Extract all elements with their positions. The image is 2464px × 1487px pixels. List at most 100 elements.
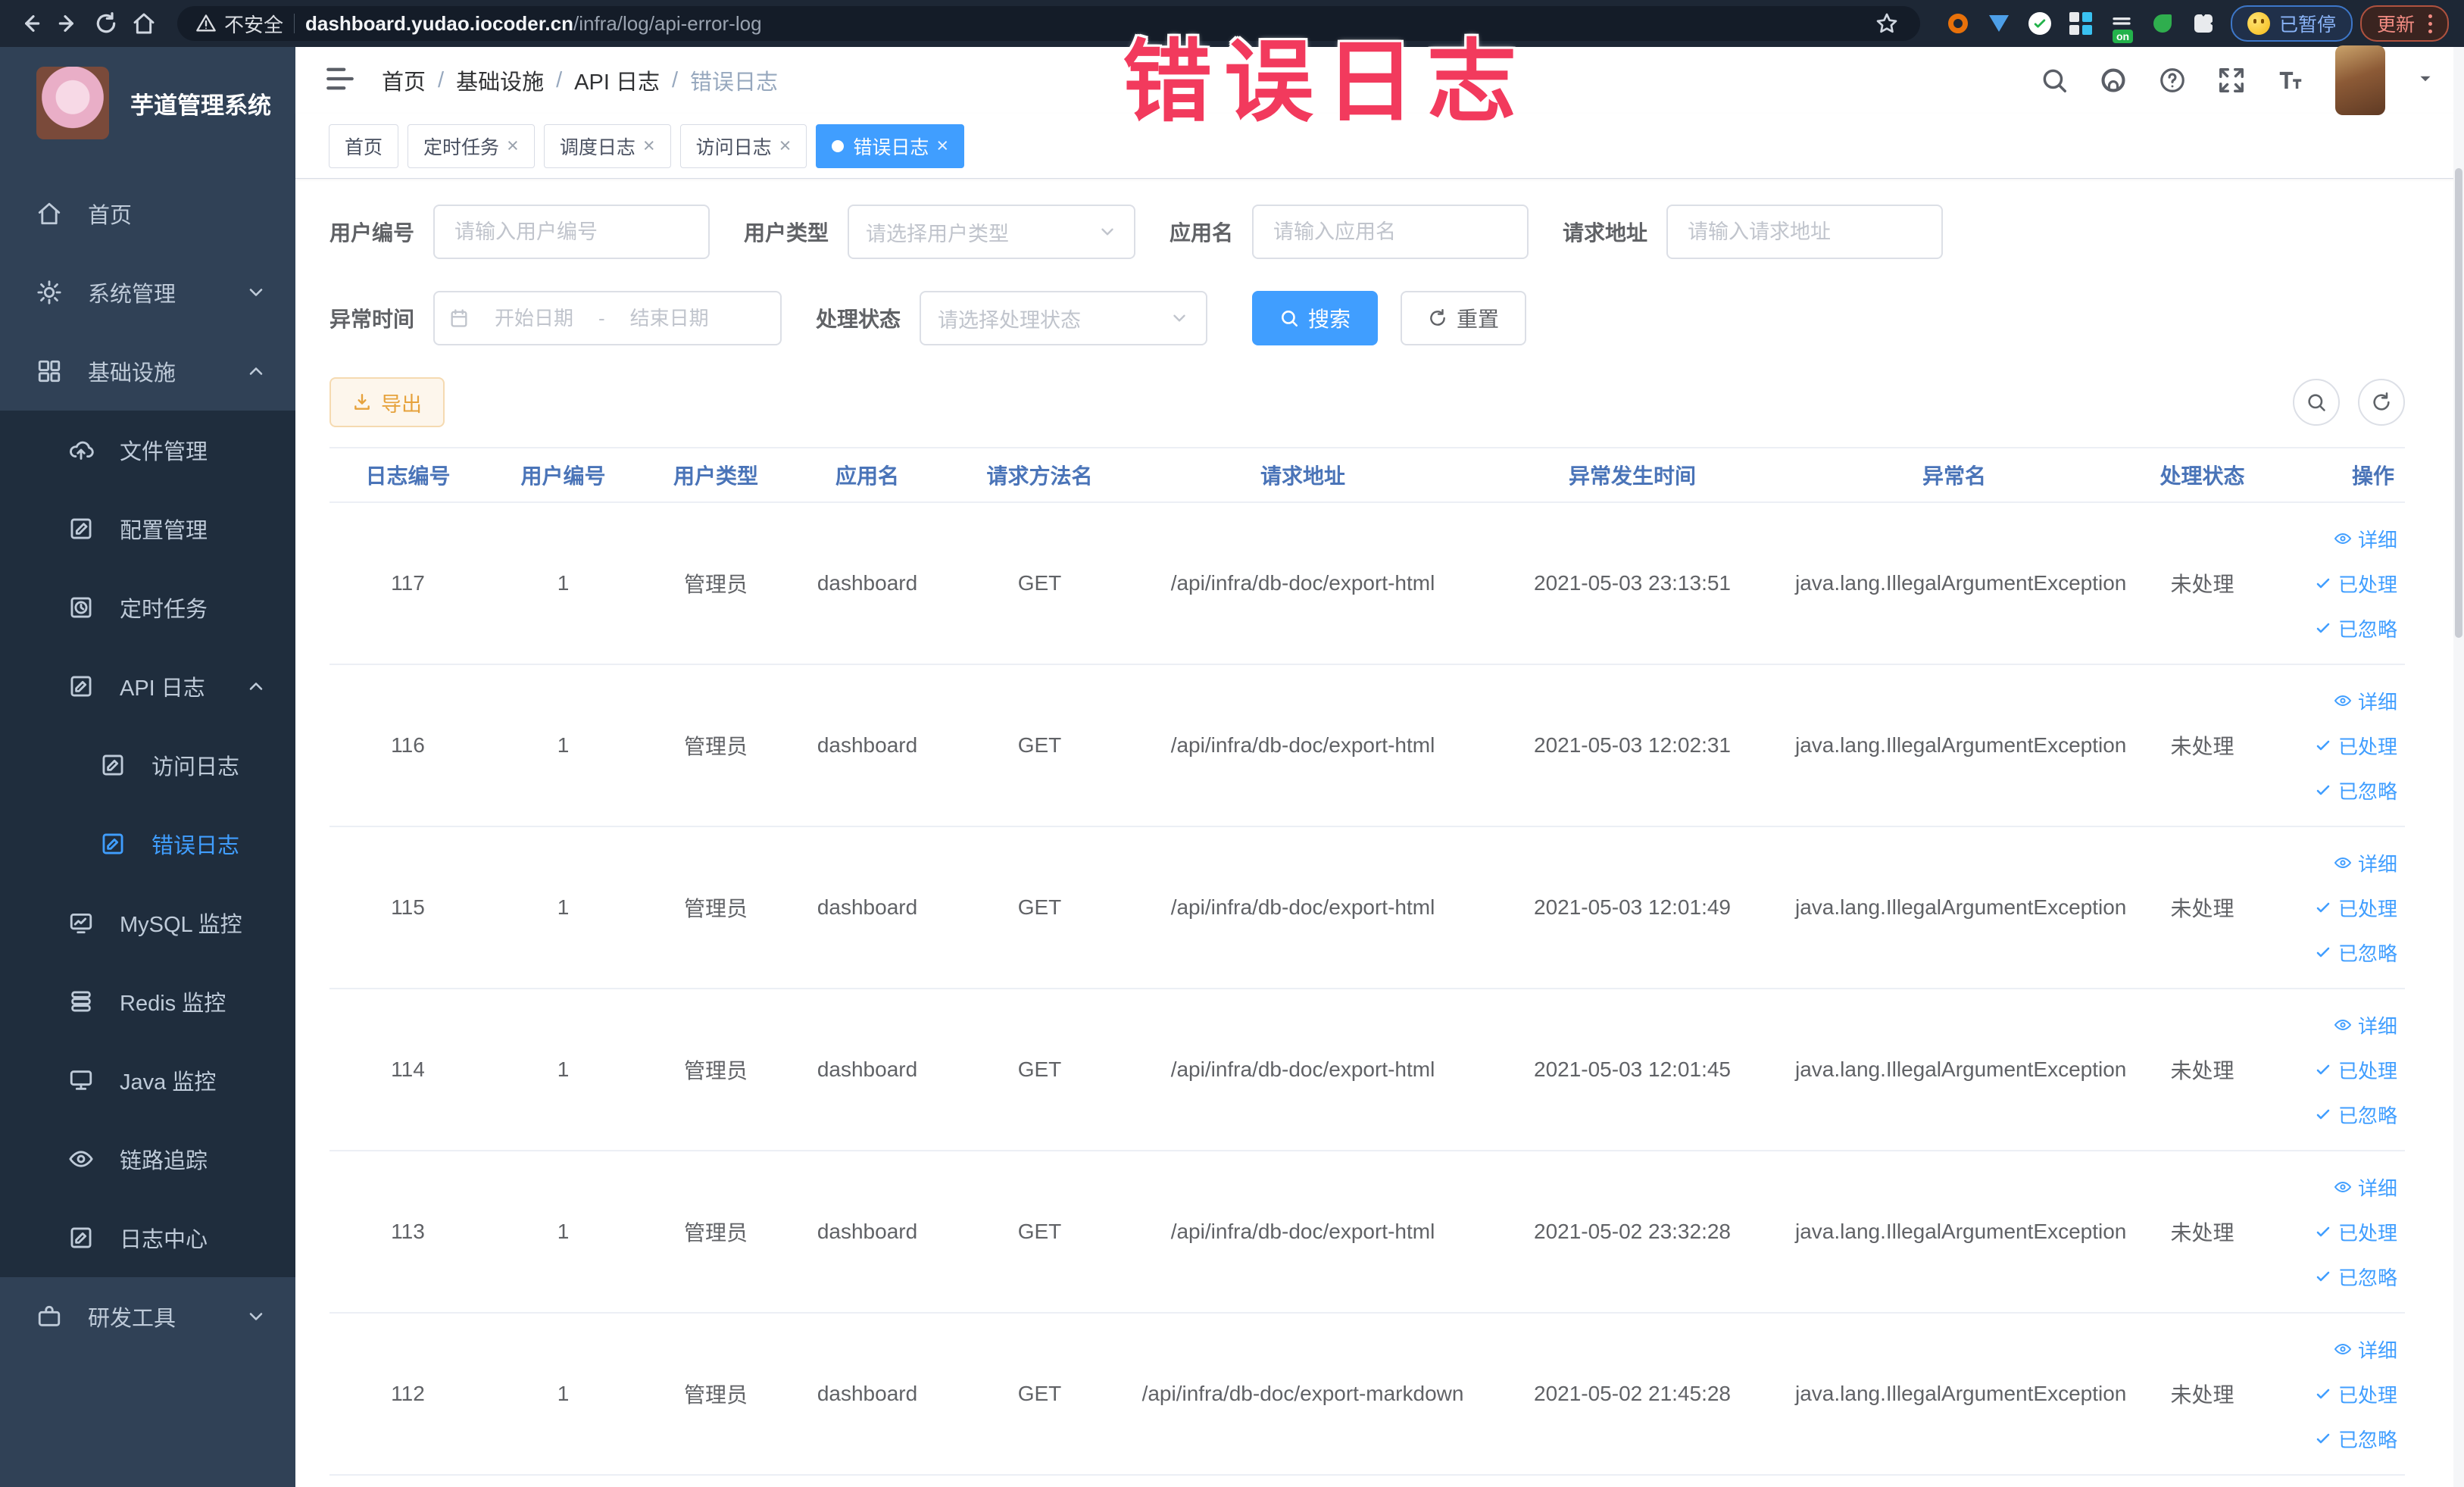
sidebar-item-file[interactable]: 文件管理 — [0, 411, 295, 489]
address-bar[interactable]: 不安全 dashboard.yudao.iocoder.cn/infra/log… — [177, 6, 1920, 41]
close-icon[interactable] — [779, 136, 792, 156]
export-button[interactable]: 导出 — [329, 377, 445, 427]
scrollbar-thumb[interactable] — [2455, 168, 2462, 638]
end-date-input[interactable] — [611, 305, 728, 331]
user-id-input[interactable] — [453, 219, 691, 245]
extension-puzzle-icon[interactable] — [2190, 10, 2217, 37]
mark-processed-link[interactable]: 已处理 — [2314, 1218, 2397, 1246]
reset-button[interactable]: 重置 — [1401, 291, 1527, 345]
close-icon[interactable] — [936, 136, 948, 156]
sidebar-item-trace[interactable]: 链路追踪 — [0, 1120, 295, 1198]
reload-icon[interactable] — [91, 8, 121, 39]
github-icon[interactable] — [2099, 66, 2128, 95]
breadcrumb-infra[interactable]: 基础设施 — [456, 64, 544, 96]
sidebar-item-devtools[interactable]: 研发工具 — [0, 1277, 295, 1356]
sidebar-item-redis[interactable]: Redis 监控 — [0, 962, 295, 1041]
download-icon — [354, 394, 370, 410]
search-button[interactable]: 搜索 — [1252, 291, 1379, 345]
update-button[interactable]: 更新 — [2359, 5, 2449, 42]
mark-ignored-link[interactable]: 已忽略 — [2314, 614, 2397, 642]
font-size-icon[interactable] — [2276, 66, 2305, 95]
refresh-icon — [1430, 308, 1445, 326]
sidebar-item-system[interactable]: 系统管理 — [0, 253, 295, 332]
close-icon[interactable] — [643, 136, 655, 156]
breadcrumb-api-log[interactable]: API 日志 — [574, 64, 660, 96]
start-date-input[interactable] — [476, 305, 593, 331]
close-icon[interactable] — [507, 136, 519, 156]
mark-processed-link[interactable]: 已处理 — [2314, 1056, 2397, 1084]
sidebar-item-mysql[interactable]: MySQL 监控 — [0, 883, 295, 962]
row-actions: 详细 已处理 已忽略 — [2291, 849, 2405, 967]
app-name-input[interactable] — [1272, 219, 1510, 245]
sidebar-item-java[interactable]: Java 监控 — [0, 1041, 295, 1120]
sidebar-item-api-log[interactable]: API 日志 — [0, 647, 295, 726]
home-nav-icon[interactable] — [129, 8, 159, 39]
detail-link[interactable]: 详细 — [2334, 525, 2397, 553]
scrollbar[interactable] — [2453, 47, 2464, 1487]
search-icon[interactable] — [2040, 66, 2069, 95]
detail-link[interactable]: 详细 — [2334, 687, 2397, 715]
extension-switch-icon[interactable]: on — [2108, 10, 2135, 43]
paused-badge[interactable]: 已暂停 — [2230, 5, 2353, 42]
sidebar-item-infra[interactable]: 基础设施 — [0, 332, 295, 411]
mark-processed-link[interactable]: 已处理 — [2314, 732, 2397, 760]
overflow-menu-icon[interactable] — [2428, 14, 2432, 33]
tab-error-log[interactable]: 错误日志 — [816, 123, 965, 168]
tab-home[interactable]: 首页 — [329, 123, 399, 168]
extension-drop-icon[interactable] — [1985, 10, 2013, 37]
sidebar-item-log-center[interactable]: 日志中心 — [0, 1198, 295, 1277]
caret-down-icon[interactable] — [2416, 69, 2435, 92]
sidebar-item-error-log[interactable]: 错误日志 — [0, 804, 295, 883]
breadcrumb-separator: / — [671, 67, 679, 92]
url-text[interactable]: dashboard.yudao.iocoder.cn/infra/log/api… — [305, 12, 762, 36]
column-header: 请求地址 — [1260, 464, 1345, 488]
user-avatar[interactable] — [2335, 45, 2385, 115]
mark-processed-link[interactable]: 已处理 — [2314, 894, 2397, 922]
detail-link[interactable]: 详细 — [2334, 1011, 2397, 1039]
bookmark-star-icon[interactable] — [1872, 8, 1902, 39]
column-header: 异常发生时间 — [1568, 464, 1696, 488]
mark-ignored-link[interactable]: 已忽略 — [2314, 939, 2397, 967]
extension-grid-icon[interactable] — [2067, 10, 2094, 37]
sidebar-item-job[interactable]: 定时任务 — [0, 568, 295, 647]
table-row: 117 1 管理员 dashboard GET /api/infra/db-do… — [329, 503, 2405, 665]
detail-link[interactable]: 详细 — [2334, 1173, 2397, 1201]
date-range-picker[interactable]: - — [433, 291, 782, 345]
mark-processed-link[interactable]: 已处理 — [2314, 570, 2397, 598]
log-icon — [102, 754, 123, 776]
extension-check-icon[interactable] — [2026, 10, 2053, 37]
breadcrumb-error-log: 错误日志 — [690, 70, 779, 95]
security-indicator[interactable]: 不安全 — [195, 10, 283, 38]
detail-link[interactable]: 详细 — [2334, 1335, 2397, 1364]
help-icon[interactable] — [2158, 66, 2187, 95]
forward-icon[interactable] — [53, 8, 83, 39]
mark-ignored-link[interactable]: 已忽略 — [2314, 1425, 2397, 1453]
chevron-down-icon — [1101, 228, 1113, 236]
extension-ring-icon[interactable] — [1944, 10, 1972, 37]
back-icon[interactable] — [15, 8, 45, 39]
process-status-select[interactable]: 请选择处理状态 — [920, 291, 1208, 345]
hamburger-icon[interactable] — [324, 63, 356, 98]
table-row: 113 1 管理员 dashboard GET /api/infra/db-do… — [329, 1151, 2405, 1314]
app-logo-row[interactable]: 芋道管理系统 — [0, 47, 295, 155]
breadcrumb-home[interactable]: 首页 — [382, 64, 426, 96]
mark-ignored-link[interactable]: 已忽略 — [2314, 776, 2397, 804]
tab-job[interactable]: 定时任务 — [408, 123, 535, 168]
request-url-input[interactable] — [1686, 219, 1924, 245]
user-type-select[interactable]: 请选择用户类型 — [848, 205, 1136, 259]
overlay-annotation: 错误日志 — [1123, 33, 1529, 133]
sidebar-item-home[interactable]: 首页 — [0, 174, 295, 253]
refresh-table-button[interactable] — [2358, 379, 2405, 426]
mark-processed-link[interactable]: 已处理 — [2314, 1380, 2397, 1408]
check-icon — [2316, 902, 2330, 913]
tab-access-log[interactable]: 访问日志 — [679, 123, 807, 168]
sidebar-item-access-log[interactable]: 访问日志 — [0, 726, 295, 804]
mark-ignored-link[interactable]: 已忽略 — [2314, 1101, 2397, 1129]
fullscreen-icon[interactable] — [2217, 66, 2246, 95]
extension-leaf-icon[interactable] — [2149, 10, 2176, 37]
sidebar-item-config[interactable]: 配置管理 — [0, 489, 295, 568]
tab-job-log[interactable]: 调度日志 — [543, 123, 671, 168]
mark-ignored-link[interactable]: 已忽略 — [2314, 1263, 2397, 1291]
toggle-search-button[interactable] — [2293, 379, 2340, 426]
detail-link[interactable]: 详细 — [2334, 849, 2397, 877]
